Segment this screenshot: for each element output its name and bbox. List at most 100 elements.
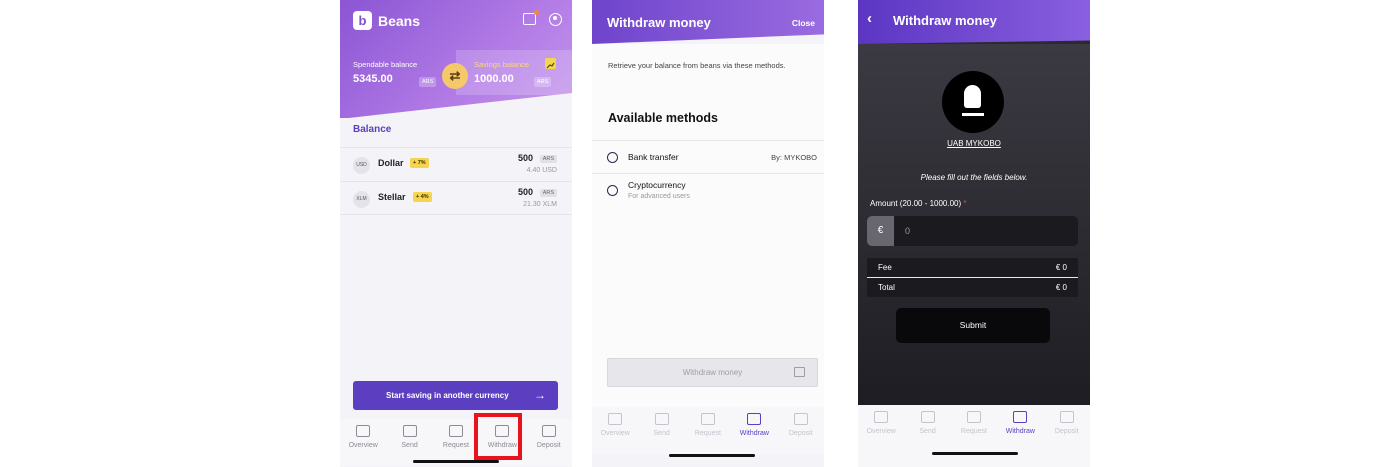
provider-link[interactable]: UAB MYKOBO bbox=[858, 139, 1090, 148]
balance-header: b Beans Spendable balance 5345.00 ARS Sa… bbox=[340, 0, 572, 119]
withdraw-header: ‹ Withdraw money bbox=[858, 0, 1090, 44]
available-methods-title: Available methods bbox=[608, 111, 718, 125]
tab-label: Send bbox=[919, 428, 936, 435]
tab-label: Overview bbox=[348, 442, 378, 449]
start-saving-button[interactable]: Start saving in another currency → bbox=[353, 381, 558, 410]
withdraw-icon bbox=[1013, 411, 1028, 423]
currency-sub-amount: 21.30 XLM bbox=[523, 201, 557, 208]
currency-amount: 500 bbox=[517, 187, 533, 197]
send-icon bbox=[402, 425, 417, 437]
method-provider: By: MYKOBO bbox=[771, 153, 817, 162]
tab-label: Request bbox=[694, 430, 721, 437]
required-mark: * bbox=[963, 199, 967, 208]
tab-overview[interactable]: Overview bbox=[859, 411, 903, 452]
tab-label: Request bbox=[442, 442, 469, 449]
form-hint: Please fill out the fields below. bbox=[920, 173, 1028, 182]
tab-label: Overview bbox=[866, 428, 896, 435]
currency-code-badge: USD bbox=[353, 157, 370, 174]
currency-tag: ARS bbox=[534, 77, 552, 87]
method-subtitle: For advanced users bbox=[628, 193, 690, 200]
currency-row-stellar[interactable]: XLM Stellar + 4% 500 ARS 21.30 XLM bbox=[340, 181, 572, 215]
amount-label: Amount (20.00 - 1000.00) * bbox=[870, 199, 967, 208]
back-arrow-icon[interactable]: ‹ bbox=[867, 10, 872, 27]
radio-button[interactable] bbox=[607, 152, 618, 163]
withdraw-header: Withdraw money Close bbox=[592, 0, 824, 44]
total-label: Total bbox=[878, 283, 895, 292]
method-cryptocurrency[interactable]: Cryptocurrency For advanced users bbox=[592, 173, 824, 213]
qr-icon bbox=[966, 411, 981, 423]
balance-section-title: Balance bbox=[353, 124, 392, 135]
close-button[interactable]: Close bbox=[792, 18, 815, 28]
tab-label: Deposit bbox=[788, 430, 813, 437]
currency-code-badge: XLM bbox=[353, 191, 370, 208]
gift-icon[interactable] bbox=[523, 10, 539, 25]
amount-value: 0 bbox=[905, 226, 911, 236]
tab-deposit[interactable]: Deposit bbox=[1045, 411, 1089, 452]
withdraw-methods-screen: Withdraw money Close Retrieve your balan… bbox=[592, 0, 824, 467]
deposit-icon bbox=[541, 425, 556, 437]
interest-badge: + 7% bbox=[410, 158, 429, 168]
overview-screen: b Beans Spendable balance 5345.00 ARS Sa… bbox=[340, 0, 572, 467]
tab-label: Withdraw bbox=[1005, 428, 1035, 435]
currency-name: Stellar bbox=[378, 192, 406, 202]
tab-withdraw[interactable]: Withdraw bbox=[732, 413, 776, 454]
amount-input[interactable]: € 0 bbox=[867, 216, 1078, 246]
tab-send[interactable]: Send bbox=[640, 413, 684, 454]
spendable-balance-label: Spendable balance bbox=[353, 60, 418, 69]
home-indicator bbox=[669, 454, 755, 457]
savings-balance-value: 1000.00 bbox=[474, 73, 514, 85]
start-saving-label: Start saving in another currency bbox=[386, 391, 509, 400]
tab-label: Overview bbox=[600, 430, 630, 437]
tab-request[interactable]: Request bbox=[952, 411, 996, 452]
radio-button[interactable] bbox=[607, 185, 618, 196]
tab-send[interactable]: Send bbox=[906, 411, 950, 452]
submit-button[interactable]: Submit bbox=[896, 308, 1050, 343]
deposit-icon bbox=[1059, 411, 1074, 423]
savings-balance-label: Savings balance bbox=[474, 60, 530, 69]
method-bank-transfer[interactable]: Bank transfer By: MYKOBO bbox=[592, 140, 824, 173]
profile-icon[interactable] bbox=[549, 13, 562, 26]
currency-amount: 500 bbox=[517, 153, 533, 163]
home-indicator bbox=[932, 452, 1018, 455]
tab-label: Deposit bbox=[536, 442, 561, 449]
send-icon bbox=[654, 413, 669, 425]
currency-row-dollar[interactable]: USD Dollar + 7% 500 ARS 4.40 USD bbox=[340, 147, 572, 181]
amount-label-text: Amount (20.00 - 1000.00) bbox=[870, 199, 962, 208]
tab-request[interactable]: Request bbox=[686, 413, 730, 454]
methods-panel bbox=[592, 44, 824, 407]
tab-overview[interactable]: Overview bbox=[341, 425, 385, 466]
withdraw-tab-highlight bbox=[474, 413, 522, 460]
currency-tag: ARS bbox=[419, 77, 437, 87]
withdraw-form-screen: ‹ Withdraw money UAB MYKOBO Please fill … bbox=[858, 0, 1090, 467]
tab-overview[interactable]: Overview bbox=[593, 413, 637, 454]
app-name: Beans bbox=[378, 13, 421, 29]
tab-deposit[interactable]: Deposit bbox=[527, 425, 571, 466]
qr-icon bbox=[700, 413, 715, 425]
page-title: Withdraw money bbox=[607, 15, 711, 30]
beans-logo: b bbox=[353, 11, 372, 30]
currency-name: Dollar bbox=[378, 158, 404, 168]
method-name: Bank transfer bbox=[628, 152, 679, 162]
withdraw-money-button[interactable]: Withdraw money bbox=[607, 358, 818, 387]
tab-deposit[interactable]: Deposit bbox=[779, 413, 823, 454]
provider-logo bbox=[942, 71, 1004, 133]
currency-tag: ARS bbox=[539, 189, 557, 197]
savings-balance-card[interactable]: Savings balance 1000.00 ARS bbox=[456, 50, 572, 95]
withdraw-icon bbox=[747, 413, 762, 425]
tab-label: Send bbox=[653, 430, 670, 437]
page-title: Withdraw money bbox=[893, 13, 997, 28]
fee-value: € 0 bbox=[1055, 263, 1067, 272]
wallet-icon bbox=[874, 411, 889, 423]
currency-tag: ARS bbox=[539, 155, 557, 163]
trend-up-icon bbox=[545, 58, 556, 69]
qr-icon bbox=[448, 425, 463, 437]
bottom-tab-bar: Overview Send Request Withdraw Deposit bbox=[340, 419, 572, 466]
tab-withdraw[interactable]: Withdraw bbox=[998, 411, 1042, 452]
swap-button[interactable]: ⇄ bbox=[442, 63, 468, 89]
deposit-icon bbox=[793, 413, 808, 425]
wallet-icon bbox=[356, 425, 371, 437]
tab-label: Withdraw bbox=[739, 430, 769, 437]
method-name: Cryptocurrency bbox=[628, 180, 686, 190]
intro-text: Retrieve your balance from beans via the… bbox=[608, 61, 786, 70]
withdraw-button-label: Withdraw money bbox=[682, 368, 743, 377]
